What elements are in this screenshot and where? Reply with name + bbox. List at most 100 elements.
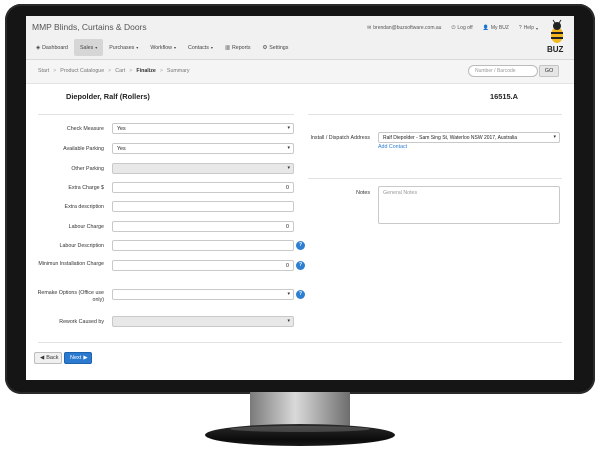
chevron-down-icon: ▾ (287, 165, 290, 171)
monitor-stand-neck (250, 392, 350, 428)
back-circle-icon: ◀ (40, 355, 45, 361)
main-nav: ◈ Dashboard Sales ▾ Purchases ▾ Workflow… (30, 39, 294, 56)
chevron-down-icon: ▾ (210, 45, 213, 50)
install-address-value: Ralf Diepolder - Sam Sing St, Waterloo N… (383, 135, 518, 141)
nav-settings[interactable]: ⚙ Settings (257, 39, 295, 56)
labour-charge-input[interactable]: 0 (112, 221, 294, 232)
help-icon[interactable]: ? (296, 290, 305, 299)
user-link-logoff[interactable]: ⏻ Log off (451, 25, 472, 31)
nav-dashboard[interactable]: ◈ Dashboard (30, 39, 74, 56)
divider (308, 178, 562, 179)
chevron-down-icon: ▾ (136, 45, 139, 50)
logoff-label: Log off (457, 25, 473, 31)
nav-settings-label: Settings (269, 44, 289, 51)
extra-description-input[interactable] (112, 201, 294, 212)
mybuz-label: My BUZ (490, 25, 509, 31)
help-icon[interactable]: ? (296, 241, 305, 250)
min-installation-charge-input[interactable]: 0 (112, 260, 294, 271)
crumb-product-catalogue[interactable]: Product Catalogue (60, 68, 104, 74)
labour-description-label: Labour Description (59, 243, 104, 249)
nav-sales-label: Sales (80, 44, 94, 51)
logo-text: BUZ (547, 45, 564, 54)
check-measure-select[interactable]: Yes ▾ (112, 123, 294, 134)
available-parking-select[interactable]: Yes ▾ (112, 143, 294, 154)
breadcrumb: Start > Product Catalogue > Cart > Final… (38, 68, 190, 74)
screen: MMP Blinds, Curtains & Doors ✉ brendan@b… (26, 16, 574, 380)
chevron-down-icon: ▾ (553, 134, 556, 140)
nav-reports[interactable]: ▥ Reports (219, 39, 257, 56)
next-label: Next (70, 355, 82, 361)
min-installation-charge-label: Minimun Installation Charge (38, 261, 104, 267)
back-label: Back (46, 355, 59, 361)
chevron-right-icon: > (129, 68, 133, 74)
chevron-down-icon: ▾ (287, 145, 290, 151)
remake-options-label: Remake Options (Office use only) (37, 290, 104, 303)
extra-charge-input[interactable]: 0 (112, 182, 294, 193)
back-button[interactable]: ◀ Back (34, 352, 62, 364)
dashboard-icon: ◈ (36, 44, 41, 51)
email-icon: ✉ (367, 25, 372, 31)
chevron-down-icon: ▾ (174, 45, 177, 50)
chevron-down-icon: ▾ (535, 25, 538, 31)
extra-description-label: Extra description (64, 204, 104, 210)
crumb-start[interactable]: Start (38, 68, 49, 74)
available-parking-value: Yes (117, 146, 126, 152)
monitor-stand-shine (230, 426, 370, 432)
user-link-email[interactable]: ✉ brendan@buzsoftware.com.au (367, 25, 441, 31)
nav-contacts-label: Contacts (188, 44, 209, 51)
check-measure-label: Check Measure (66, 126, 104, 132)
top-bar: MMP Blinds, Curtains & Doors ✉ brendan@b… (26, 16, 574, 60)
chevron-down-icon: ▾ (95, 45, 98, 50)
nav-workflow-label: Workflow (150, 44, 172, 51)
notes-textarea[interactable]: General Notes (378, 186, 560, 224)
check-measure-value: Yes (117, 126, 126, 132)
monitor-mockup: MMP Blinds, Curtains & Doors ✉ brendan@b… (0, 0, 600, 454)
labour-description-input[interactable] (112, 240, 294, 251)
user-links: ✉ brendan@buzsoftware.com.au ⏻ Log off 👤… (367, 25, 538, 31)
power-icon: ⏻ (451, 25, 456, 31)
rework-caused-by-label: Rework Caused by (59, 319, 104, 325)
chevron-down-icon: ▾ (287, 291, 290, 297)
crumb-summary[interactable]: Summary (167, 68, 190, 74)
divider (38, 342, 562, 343)
nav-workflow[interactable]: Workflow ▾ (144, 39, 182, 56)
chevron-right-icon: > (159, 68, 163, 74)
help-label: Help (523, 25, 534, 31)
bee-icon (551, 19, 563, 43)
labour-charge-label: Labour Charge (68, 224, 104, 230)
order-number: 16515.A (490, 92, 518, 101)
next-button[interactable]: Next ▶ (64, 352, 92, 364)
bar-chart-icon: ▥ (224, 44, 230, 51)
crumb-cart[interactable]: Cart (115, 68, 125, 74)
divider (308, 114, 562, 115)
install-address-select[interactable]: Ralf Diepolder - Sam Sing St, Waterloo N… (378, 132, 560, 143)
chevron-right-icon: > (53, 68, 57, 74)
nav-purchases-label: Purchases (109, 44, 135, 51)
customer-name: Diepolder, Ralf (Rollers) (66, 92, 150, 101)
add-contact-link[interactable]: Add Contact (378, 144, 407, 150)
user-link-mybuz[interactable]: 👤 My BUZ (483, 25, 509, 31)
help-icon[interactable]: ? (296, 261, 305, 270)
gears-icon: ⚙ (262, 44, 268, 51)
available-parking-label: Available Parking (63, 146, 104, 152)
nav-purchases[interactable]: Purchases ▾ (103, 39, 144, 56)
crumb-finalize: Finalize (136, 68, 156, 74)
nav-sales[interactable]: Sales ▾ (74, 39, 104, 56)
go-button[interactable]: GO (539, 65, 559, 77)
extra-charge-label: Extra Charge $ (68, 185, 104, 191)
other-parking-select: ▾ (112, 163, 294, 174)
question-icon: ? (518, 25, 522, 31)
nav-dashboard-label: Dashboard (42, 44, 68, 51)
divider (38, 114, 294, 115)
search-input[interactable]: Number / Barcode (468, 65, 538, 77)
breadcrumb-bar: Start > Product Catalogue > Cart > Final… (26, 60, 574, 84)
chevron-right-icon: > (108, 68, 112, 74)
next-circle-icon: ▶ (83, 355, 88, 361)
nav-contacts[interactable]: Contacts ▾ (182, 39, 219, 56)
chevron-down-icon: ▾ (287, 318, 290, 324)
install-address-label: Install / Dispatch Address (310, 135, 370, 141)
remake-options-select[interactable]: ▾ (112, 289, 294, 300)
user-email-label: brendan@buzsoftware.com.au (373, 25, 442, 31)
user-link-help[interactable]: ? Help ▾ (519, 25, 538, 31)
brand-name: MMP Blinds, Curtains & Doors (32, 22, 147, 32)
